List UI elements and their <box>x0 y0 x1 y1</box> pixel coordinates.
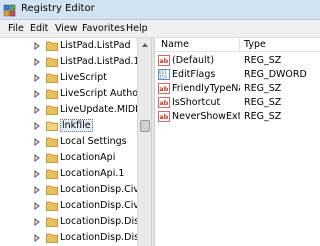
folder-icon <box>46 201 58 211</box>
svg-text:110: 110 <box>159 75 167 80</box>
column-header-name[interactable]: Name <box>161 39 189 50</box>
tree-item-label: LocationApi <box>60 152 116 163</box>
open-folder-icon <box>46 121 58 131</box>
folder-icon <box>46 137 58 147</box>
expand-arrow-icon[interactable] <box>33 58 41 66</box>
tree-vertical-scrollbar[interactable] <box>137 38 151 246</box>
window-title: Registry Editor <box>21 3 95 14</box>
value-row[interactable]: ab IsShortcut REG_SZ <box>155 96 320 110</box>
folder-icon <box>46 57 58 67</box>
expand-arrow-icon[interactable] <box>33 202 41 210</box>
tree-item[interactable]: LiveUpdate.MIDL6 <box>0 102 151 118</box>
menu-file[interactable]: File <box>6 22 26 35</box>
expand-arrow-icon[interactable] <box>33 106 41 114</box>
value-name: (Default) <box>172 55 215 66</box>
tree-item-label: Local Settings <box>60 136 127 147</box>
expand-arrow-icon[interactable] <box>33 234 41 242</box>
tree-item[interactable]: Local Settings <box>0 134 151 150</box>
tree-item[interactable]: ListPad.ListPad <box>0 38 151 54</box>
expand-arrow-icon[interactable] <box>33 138 41 146</box>
folder-icon <box>46 217 58 227</box>
tree-item-label: LocationApi.1 <box>60 168 125 179</box>
value-row[interactable]: ab FriendlyTypeNa... REG_SZ <box>155 82 320 96</box>
folder-icon <box>46 105 58 115</box>
string-value-icon: ab <box>158 111 170 122</box>
tree-item-label: LiveScript <box>60 72 107 83</box>
expand-arrow-icon[interactable] <box>33 218 41 226</box>
string-value-icon: ab <box>158 97 170 108</box>
value-type: REG_SZ <box>244 97 282 108</box>
svg-text:ab: ab <box>159 85 168 93</box>
folder-icon <box>46 169 58 179</box>
scroll-thumb[interactable] <box>140 120 150 132</box>
value-type: REG_DWORD <box>244 69 307 80</box>
expand-arrow-icon[interactable] <box>33 74 41 82</box>
svg-text:ab: ab <box>159 57 168 65</box>
registry-key-tree[interactable]: ListPad.ListPad ListPad.ListPad.1 LiveSc… <box>0 38 151 246</box>
tree-item-label: lnkfile <box>60 119 93 132</box>
tree-item-label: ListPad.ListPad <box>60 40 131 51</box>
folder-icon <box>46 153 58 163</box>
expand-arrow-icon[interactable] <box>33 186 41 194</box>
folder-icon <box>46 233 58 243</box>
value-row[interactable]: ab NeverShowExt REG_SZ <box>155 110 320 124</box>
expand-arrow-icon[interactable] <box>33 122 41 130</box>
menu-edit[interactable]: Edit <box>28 22 50 35</box>
tree-item[interactable]: LocationApi <box>0 150 151 166</box>
value-row[interactable]: 011 110 EditFlags REG_DWORD <box>155 68 320 82</box>
value-type: REG_SZ <box>244 55 282 66</box>
values-list[interactable]: Name Type ab (Default) REG_SZ 011 110 Edi… <box>155 38 320 246</box>
value-type: REG_SZ <box>244 111 282 122</box>
folder-icon <box>46 185 58 195</box>
tree-item[interactable]: LocationDisp.CivicAd <box>0 198 151 214</box>
folder-icon <box>46 89 58 99</box>
folder-icon <box>46 41 58 51</box>
menu-bar: File Edit View Favorites Help <box>0 20 320 38</box>
tree-item-label: LiveScript Author <box>60 88 142 99</box>
registry-editor-icon <box>3 4 16 17</box>
string-value-icon: ab <box>158 83 170 94</box>
tree-item[interactable]: LocationApi.1 <box>0 166 151 182</box>
tree-item-label: LiveUpdate.MIDL6 <box>60 104 147 115</box>
tree-item-label: ListPad.ListPad.1 <box>60 56 140 67</box>
svg-text:ab: ab <box>159 113 168 121</box>
binary-value-icon: 011110 <box>158 69 170 80</box>
value-name: NeverShowExt <box>172 111 240 122</box>
value-type: REG_SZ <box>244 83 282 94</box>
expand-arrow-icon[interactable] <box>33 42 41 50</box>
tree-item-selected[interactable]: lnkfile <box>0 118 151 134</box>
column-headers: Name Type <box>155 38 320 52</box>
menu-help[interactable]: Help <box>124 22 150 35</box>
string-value-icon: ab <box>158 55 170 66</box>
tree-item[interactable]: LiveScript <box>0 70 151 86</box>
column-header-type[interactable]: Type <box>244 39 266 50</box>
menu-favorites[interactable]: Favorites <box>80 22 127 35</box>
column-separator[interactable] <box>239 38 240 52</box>
title-bar: Registry Editor <box>0 0 320 20</box>
value-name: FriendlyTypeNa... <box>172 83 240 94</box>
value-row[interactable]: ab (Default) REG_SZ <box>155 54 320 68</box>
menu-view[interactable]: View <box>53 22 80 35</box>
value-name: EditFlags <box>172 69 216 80</box>
folder-icon <box>46 73 58 83</box>
scroll-up-arrow-icon[interactable] <box>140 40 150 50</box>
tree-item[interactable]: ListPad.ListPad.1 <box>0 54 151 70</box>
value-name: IsShortcut <box>172 97 221 108</box>
tree-item[interactable]: LocationDisp.CivicAd <box>0 182 151 198</box>
tree-item[interactable]: LocationDisp.DispCivi <box>0 214 151 230</box>
tree-item[interactable]: LocationDisp.DispCivi <box>0 230 151 246</box>
tree-item[interactable]: LiveScript Author <box>0 86 151 102</box>
expand-arrow-icon[interactable] <box>33 90 41 98</box>
expand-arrow-icon[interactable] <box>33 154 41 162</box>
svg-text:ab: ab <box>159 99 168 107</box>
expand-arrow-icon[interactable] <box>33 170 41 178</box>
